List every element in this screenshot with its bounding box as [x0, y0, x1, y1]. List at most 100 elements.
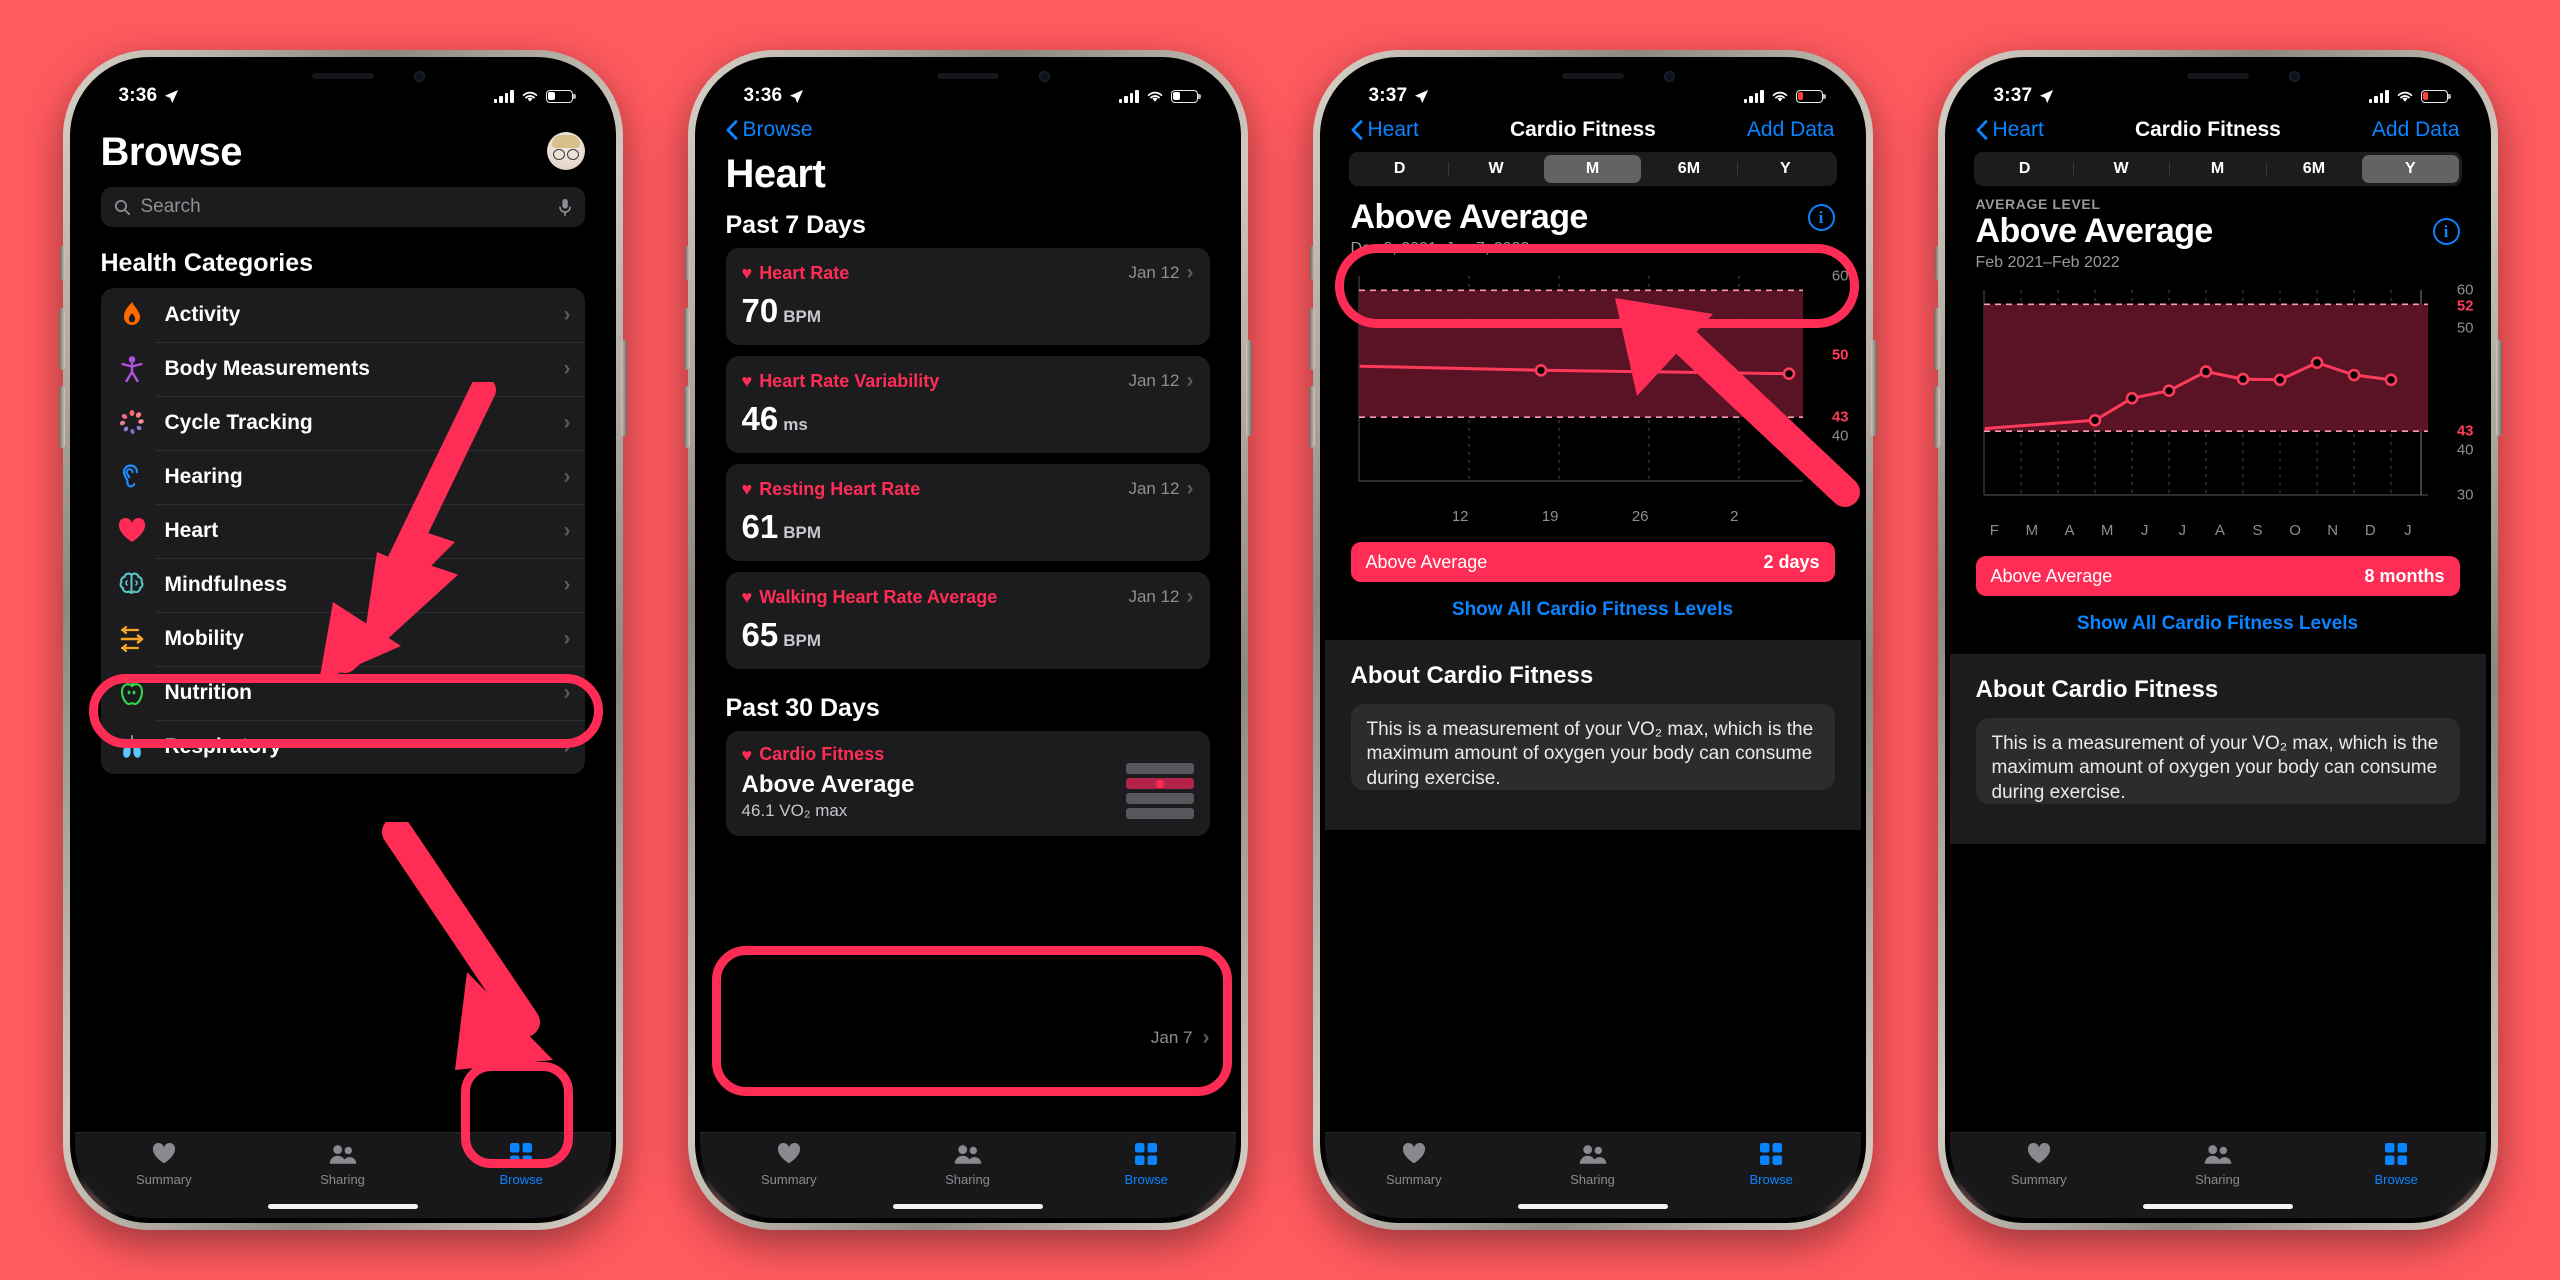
tab-sharing[interactable]: Sharing — [253, 1141, 432, 1187]
chevron-right-icon: › — [1186, 369, 1194, 392]
tab-label: Browse — [499, 1172, 543, 1187]
level-bar — [1125, 793, 1194, 804]
segment-month[interactable]: M — [2169, 155, 2265, 183]
back-button[interactable]: Heart — [1351, 118, 1419, 142]
cardio-fitness-card[interactable]: ♥ Cardio Fitness Above Average 46.1 VO₂ … — [725, 731, 1210, 836]
segment-day[interactable]: D — [1977, 155, 2073, 183]
home-indicator[interactable] — [2142, 1204, 2293, 1209]
info-circle-icon[interactable]: i — [2432, 218, 2460, 245]
list-item[interactable]: ♥ Walking Heart Rate Average Jan 12 › 65… — [725, 572, 1210, 669]
sidebar-item-activity[interactable]: Activity › — [101, 288, 585, 342]
screen-cardio-month: 3:37 Heart Cardio Fitness Add Data D W M… — [1324, 62, 1861, 1218]
volume-up-button[interactable] — [1933, 308, 1940, 370]
volume-up-button[interactable] — [683, 308, 690, 370]
segment-week[interactable]: W — [1447, 155, 1544, 183]
tab-sharing[interactable]: Sharing — [1503, 1141, 1682, 1187]
cardio-level: Above Average — [1350, 198, 1589, 236]
segment-week[interactable]: W — [2072, 155, 2169, 183]
sidebar-item-respiratory[interactable]: Respiratory › — [101, 720, 585, 774]
arrows-icon — [117, 624, 147, 654]
show-all-levels-link[interactable]: Show All Cardio Fitness Levels — [1325, 582, 1861, 640]
home-indicator[interactable] — [892, 1204, 1043, 1209]
tab-browse[interactable]: Browse — [432, 1141, 611, 1187]
silent-switch[interactable] — [1934, 246, 1940, 280]
phone-bezel: 3:37 Heart Cardio Fitness Add Data D W M… — [1944, 57, 2491, 1223]
segment-day[interactable]: D — [1352, 155, 1448, 183]
power-button[interactable] — [1245, 340, 1252, 436]
y-tick-60: 60 — [2456, 281, 2474, 299]
show-all-levels-link[interactable]: Show All Cardio Fitness Levels — [1950, 596, 2486, 654]
cardio-fitness-chart: 60 52 50 43 40 30 F M A M J J A S O N D … — [1976, 280, 2478, 542]
cardio-name: Cardio Fitness — [759, 744, 885, 764]
arrow-to-browse — [381, 822, 553, 1070]
avatar[interactable] — [546, 132, 585, 170]
screenshot-stage: 3:36 Browse Search Health Categories Act… — [0, 0, 2560, 1280]
add-data-button[interactable]: Add Data — [1747, 118, 1835, 142]
metric-value: 46 — [741, 400, 779, 437]
volume-down-button[interactable] — [683, 386, 690, 448]
status-right — [2368, 89, 2451, 103]
segment-month[interactable]: M — [1544, 155, 1641, 183]
back-button[interactable]: Heart — [1976, 118, 2044, 142]
tab-summary[interactable]: Summary — [700, 1141, 879, 1187]
volume-up-button[interactable] — [58, 308, 65, 370]
metric-header: ♥ Heart Rate Jan 12 › — [742, 261, 1194, 285]
power-button[interactable] — [1870, 340, 1877, 436]
microphone-icon[interactable] — [558, 198, 572, 217]
status-left: 3:36 — [744, 85, 805, 107]
cardio-body: Heart Cardio Fitness Add Data D W M 6M Y… — [1324, 116, 1861, 1218]
range-segmented-control[interactable]: D W M 6M Y — [1973, 152, 2462, 186]
grid-icon — [1759, 1141, 1783, 1167]
cellular-signal-icon — [1118, 89, 1139, 103]
segment-year[interactable]: Y — [2362, 155, 2459, 183]
list-item[interactable]: ♥ Heart Rate Variability Jan 12 › 46 ms — [725, 356, 1210, 453]
navigation-bar: Browse — [700, 116, 1236, 142]
earpiece-speaker — [311, 73, 374, 79]
list-item[interactable]: ♥ Heart Rate Jan 12 › 70 BPM — [725, 248, 1210, 345]
search-placeholder: Search — [140, 196, 201, 217]
home-indicator[interactable] — [1517, 1204, 1668, 1209]
category-label: Body Measurements — [164, 357, 370, 380]
x-tick-A2: A — [2214, 522, 2225, 539]
segment-6month[interactable]: 6M — [2265, 155, 2362, 183]
silent-switch[interactable] — [684, 246, 690, 280]
power-button[interactable] — [620, 340, 627, 436]
silent-switch[interactable] — [59, 246, 65, 280]
x-tick-J: J — [2140, 522, 2149, 539]
volume-down-button[interactable] — [58, 386, 65, 448]
volume-down-button[interactable] — [1933, 386, 1940, 448]
info-circle-icon[interactable]: i — [1807, 204, 1835, 231]
volume-up-button[interactable] — [1308, 308, 1315, 370]
silent-switch[interactable] — [1309, 246, 1315, 280]
notch — [857, 62, 1078, 95]
chevron-left-icon — [1351, 120, 1362, 140]
about-section: About Cardio Fitness This is a measureme… — [1949, 654, 2486, 844]
tab-summary[interactable]: Summary — [1950, 1141, 2129, 1187]
tab-label: Sharing — [2195, 1172, 2240, 1187]
front-camera-icon — [2288, 71, 2300, 82]
badge-label: Above Average — [1365, 551, 1488, 572]
range-segmented-control[interactable]: D W M 6M Y — [1348, 152, 1837, 186]
average-level-label: AVERAGE LEVEL — [1975, 196, 2101, 212]
segment-6month[interactable]: 6M — [1641, 155, 1737, 183]
volume-down-button[interactable] — [1308, 386, 1315, 448]
screen-cardio-year: 3:37 Heart Cardio Fitness Add Data D W M… — [1949, 62, 2486, 1218]
home-indicator[interactable] — [267, 1204, 418, 1209]
list-item[interactable]: ♥ Resting Heart Rate Jan 12 › 61 BPM — [725, 464, 1210, 561]
power-button[interactable] — [2495, 340, 2502, 436]
y-tick-60: 60 — [1831, 267, 1849, 285]
tab-sharing[interactable]: Sharing — [2128, 1141, 2307, 1187]
section-header-past-30-days: Past 30 Days — [725, 694, 880, 722]
search-input[interactable]: Search — [100, 187, 585, 227]
tab-summary[interactable]: Summary — [75, 1141, 254, 1187]
tab-browse[interactable]: Browse — [1682, 1141, 1861, 1187]
tab-sharing[interactable]: Sharing — [878, 1141, 1057, 1187]
metric-unit: BPM — [783, 631, 821, 650]
tab-summary[interactable]: Summary — [1325, 1141, 1504, 1187]
add-data-button[interactable]: Add Data — [2372, 118, 2460, 142]
about-heading: About Cardio Fitness — [1975, 676, 2219, 703]
tab-browse[interactable]: Browse — [2307, 1141, 2486, 1187]
back-button[interactable]: Browse — [726, 118, 813, 142]
segment-year[interactable]: Y — [1737, 155, 1833, 183]
tab-browse[interactable]: Browse — [1057, 1141, 1236, 1187]
